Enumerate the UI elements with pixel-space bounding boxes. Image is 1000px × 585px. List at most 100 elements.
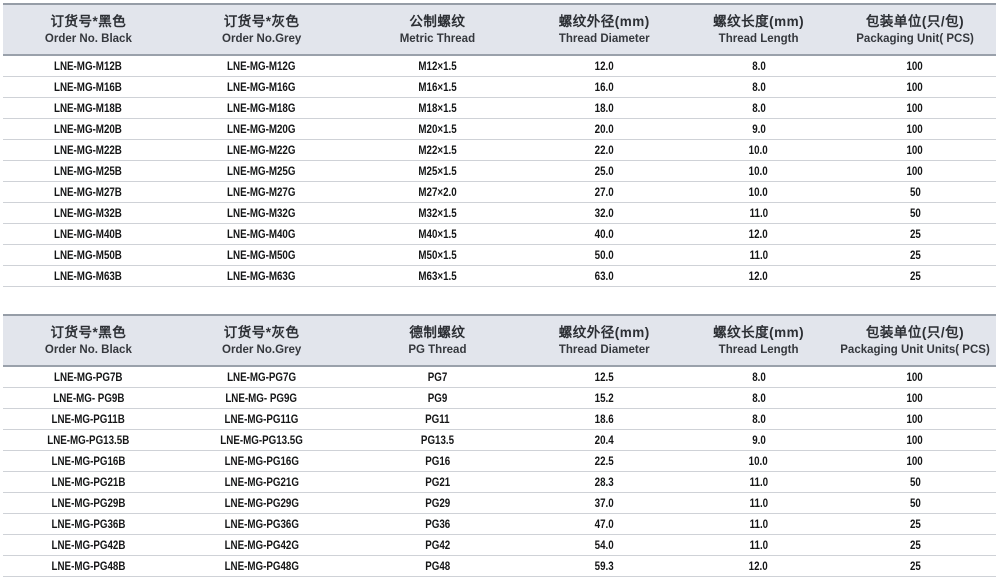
cell-value: 25 [910,540,921,552]
cell-value: M12×1.5 [418,61,456,73]
table-cell: M63×1.5 [350,266,526,287]
table-row: LNE-MG-M22BLNE-MG-M22GM22×1.522.010.0100 [3,140,996,161]
cell-value: LNE-MG-PG13.5G [220,435,303,447]
cell-value: LNE-MG-M32B [54,208,122,220]
table-cell: 9.0 [683,430,834,451]
cell-value: 25 [910,561,921,573]
cell-value: LNE-MG-M27G [227,187,295,199]
table-cell: M22×1.5 [350,140,526,161]
metric-thread-table: 订货号*黑色 Order No. Black 订货号*灰色 Order No.G… [3,3,996,287]
col-header-zh: 包装单位(只/包) [834,324,996,341]
cell-value: 8.0 [752,393,766,405]
cell-value: 100 [907,124,923,136]
table-cell: M27×2.0 [350,182,526,203]
table-row: LNE-MG-M12BLNE-MG-M12GM12×1.512.08.0100 [3,55,996,77]
table-cell: 12.5 [525,366,683,388]
metric-thread-table-header: 订货号*黑色 Order No. Black 订货号*灰色 Order No.G… [3,4,996,55]
cell-value: LNE-MG-M63B [54,271,122,283]
table-cell: 18.0 [525,98,683,119]
table-cell: LNE-MG-PG29G [174,493,350,514]
table-cell: LNE-MG-M12B [3,55,174,77]
table-row: LNE-MG-M20BLNE-MG-M20GM20×1.520.09.0100 [3,119,996,140]
table-cell: LNE-MG-M12G [174,55,350,77]
cell-value: 18.0 [595,103,614,115]
table-cell: 11.0 [683,493,834,514]
cell-value: 100 [907,82,923,94]
table-row: LNE-MG-PG11BLNE-MG-PG11GPG1118.68.0100 [3,409,996,430]
table-row: LNE-MG-PG36BLNE-MG-PG36GPG3647.011.025 [3,514,996,535]
cell-value: LNE-MG-PG21G [224,477,298,489]
cell-value: LNE-MG-M16G [227,82,295,94]
cell-value: 12.0 [749,229,768,241]
cell-value: M16×1.5 [418,82,456,94]
table-cell: 25 [834,556,996,577]
col-header-packaging-unit: 包装单位(只/包) Packaging Unit Units( PCS) [834,315,996,366]
cell-value: 12.5 [595,372,614,384]
cell-value: LNE-MG-PG7B [54,372,122,384]
cell-value: LNE-MG-M22G [227,145,295,157]
table-cell: 50 [834,472,996,493]
cell-value: LNE-MG-PG16G [224,456,298,468]
cell-value: 8.0 [752,82,766,94]
table-cell: 11.0 [683,203,834,224]
cell-value: LNE-MG-M40G [227,229,295,241]
cell-value: M18×1.5 [418,103,456,115]
table-cell: LNE-MG-PG7G [174,366,350,388]
cell-value: 100 [907,103,923,115]
table-row: LNE-MG-M63BLNE-MG-M63GM63×1.563.012.025 [3,266,996,287]
cell-value: LNE-MG-PG42B [51,540,125,552]
table-cell: LNE-MG-PG48G [174,556,350,577]
table-cell: LNE-MG-PG48B [3,556,174,577]
cell-value: 100 [907,414,923,426]
cell-value: 11.0 [749,498,767,510]
product-spec-catalog: 订货号*黑色 Order No. Black 订货号*灰色 Order No.G… [0,0,1000,577]
table-cell: 100 [834,430,996,451]
table-cell: 8.0 [683,55,834,77]
table-cell: LNE-MG-PG11G [174,409,350,430]
cell-value: 12.0 [749,561,768,573]
table-cell: 27.0 [525,182,683,203]
table-cell: LNE-MG-M20G [174,119,350,140]
cell-value: LNE-MG-PG36B [51,519,125,531]
cell-value: PG21 [425,477,450,489]
col-header-zh: 订货号*灰色 [174,324,350,341]
cell-value: 25 [910,271,921,283]
table-cell: PG9 [350,388,526,409]
table-cell: LNE-MG-PG13.5G [174,430,350,451]
table-cell: 100 [834,140,996,161]
col-header-en: Order No. Black [3,343,174,358]
table-row: LNE-MG-M25BLNE-MG-M25GM25×1.525.010.0100 [3,161,996,182]
cell-value: 11.0 [749,250,767,262]
table-row: LNE-MG-PG48BLNE-MG-PG48GPG4859.312.025 [3,556,996,577]
table-cell: LNE-MG-PG11B [3,409,174,430]
table-cell: LNE-MG-M50G [174,245,350,266]
table-row: LNE-MG-M18BLNE-MG-M18GM18×1.518.08.0100 [3,98,996,119]
table-cell: 32.0 [525,203,683,224]
table-cell: LNE-MG-M27B [3,182,174,203]
col-header-zh: 德制螺纹 [350,324,526,341]
cell-value: LNE-MG-PG16B [51,456,125,468]
cell-value: PG11 [425,414,449,426]
cell-value: PG13.5 [421,435,454,447]
cell-value: 37.0 [595,498,614,510]
cell-value: 8.0 [752,414,766,426]
table-cell: LNE-MG-M25B [3,161,174,182]
table-cell: LNE-MG-PG42G [174,535,350,556]
cell-value: 40.0 [595,229,614,241]
cell-value: M25×1.5 [418,166,456,178]
cell-value: LNE-MG-PG7G [227,372,296,384]
cell-value: LNE-MG-M63G [227,271,295,283]
table-cell: LNE-MG-M18B [3,98,174,119]
table-cell: PG7 [350,366,526,388]
cell-value: 25 [910,229,921,241]
table-cell: 22.0 [525,140,683,161]
table-cell: 50.0 [525,245,683,266]
table-cell: PG42 [350,535,526,556]
table-cell: 22.5 [525,451,683,472]
table-cell: PG48 [350,556,526,577]
cell-value: 25 [910,250,921,262]
table-cell: 54.0 [525,535,683,556]
col-header-zh: 螺纹长度(mm) [683,324,834,341]
col-header-en: Order No.Grey [174,32,350,47]
cell-value: 11.0 [749,208,767,220]
